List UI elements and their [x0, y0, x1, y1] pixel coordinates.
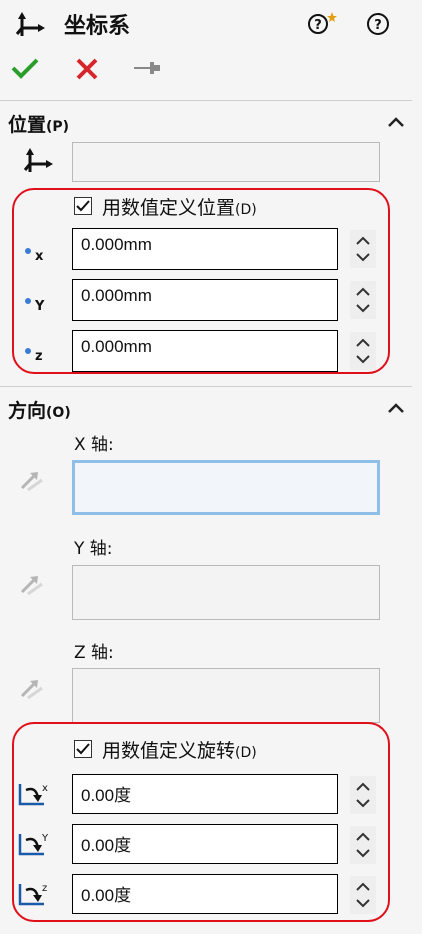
z-spinner-icon[interactable] [350, 332, 376, 370]
y-axis-label: Y 轴: [74, 539, 113, 559]
orientation-section-title[interactable]: 方向(O) [8, 396, 71, 423]
page-title: 坐标系 [64, 14, 131, 39]
rotation-y-input[interactable]: 0.00度 [72, 824, 338, 864]
rotation-x-spinner-icon[interactable] [350, 776, 376, 814]
chevron-up-icon[interactable] [386, 112, 406, 132]
help-icon[interactable]: ? [364, 10, 392, 38]
svg-text:x: x [35, 249, 44, 264]
position-checkbox[interactable] [74, 197, 92, 215]
y-axis-selection-box[interactable] [72, 565, 380, 620]
rotate-x-icon: x [18, 783, 48, 806]
x-coordinate-icon: x [25, 248, 44, 264]
rotation-x-input[interactable]: 0.00度 [72, 774, 338, 814]
x-axis-selection-box[interactable] [72, 460, 380, 515]
origin-icon [23, 148, 53, 172]
rotation-z-input[interactable]: 0.00度 [72, 874, 338, 914]
position-checkbox-label: 用数值定义位置(D) [102, 197, 257, 219]
position-section-title[interactable]: 位置(P) [8, 110, 69, 137]
chevron-up-icon[interactable] [386, 398, 406, 418]
y-position-input[interactable]: 0.000mm [72, 279, 338, 321]
y-spinner-icon[interactable] [350, 281, 376, 319]
origin-selection-box[interactable] [72, 142, 380, 182]
rotation-checkbox-label: 用数值定义旋转(D) [102, 740, 257, 762]
z-axis-selection-box[interactable] [72, 668, 380, 723]
z-coordinate-icon: z [25, 348, 43, 364]
svg-text:?: ? [314, 18, 322, 33]
rotation-z-spinner-icon[interactable] [350, 876, 376, 914]
rotate-y-icon: Y [18, 833, 49, 856]
header-divider [0, 100, 412, 101]
z-position-input[interactable]: 0.000mm [72, 330, 338, 372]
reverse-direction-icon[interactable] [18, 676, 46, 702]
x-position-input[interactable]: 0.000mm [72, 228, 338, 270]
svg-text:Y: Y [41, 833, 49, 844]
x-axis-label: X 轴: [74, 435, 114, 455]
y-coordinate-icon: Y [25, 298, 45, 314]
coordinate-system-icon [15, 12, 45, 36]
cancel-close-icon[interactable] [74, 56, 100, 82]
reverse-direction-icon[interactable] [18, 468, 46, 494]
reverse-direction-icon[interactable] [18, 572, 46, 598]
svg-text:x: x [42, 783, 48, 794]
rotate-z-icon: z [18, 883, 47, 906]
x-spinner-icon[interactable] [350, 230, 376, 268]
section-divider [0, 386, 412, 387]
svg-text:?: ? [374, 18, 382, 33]
z-axis-label: Z 轴: [74, 643, 114, 663]
rotation-checkbox[interactable] [74, 740, 92, 758]
svg-text:z: z [35, 349, 43, 364]
rotation-y-spinner-icon[interactable] [350, 826, 376, 864]
help-star-icon[interactable]: ? [306, 10, 338, 38]
ok-checkmark-icon[interactable] [10, 56, 40, 80]
svg-text:Y: Y [34, 299, 45, 314]
svg-text:z: z [42, 883, 47, 894]
pushpin-icon[interactable] [132, 58, 162, 78]
